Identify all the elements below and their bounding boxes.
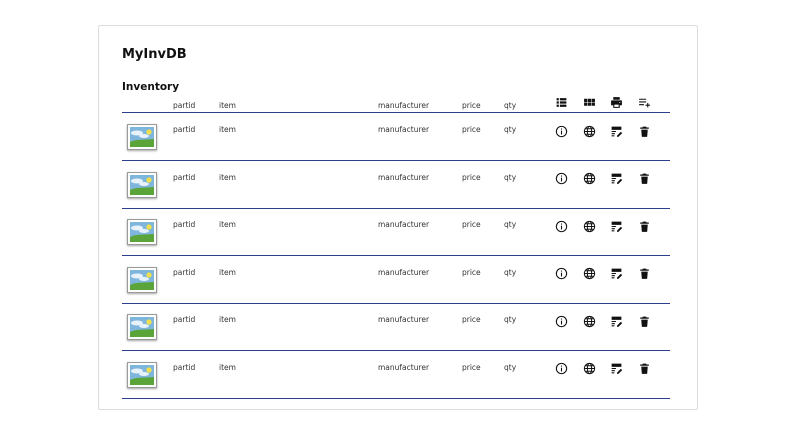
info-icon[interactable] [553, 171, 569, 187]
table-row: partid item manufacturer price qty [122, 113, 670, 161]
trash-icon[interactable] [636, 313, 652, 329]
cell-item: item [219, 220, 236, 229]
edit-note-icon[interactable] [608, 218, 624, 234]
cell-item: item [219, 125, 236, 134]
cell-partid: partid [173, 172, 196, 182]
table-row: partid item manufacturer price qty [122, 256, 670, 304]
info-icon[interactable] [553, 123, 569, 139]
cell-price: price [462, 315, 481, 324]
cell-partid: partid [173, 220, 196, 229]
cell-price: price [462, 125, 481, 134]
info-icon[interactable] [553, 313, 569, 329]
cell-item: item [219, 267, 236, 277]
cell-price: price [462, 172, 481, 182]
trash-icon[interactable] [636, 266, 652, 282]
cell-price: price [462, 362, 481, 372]
item-thumbnail[interactable] [127, 219, 157, 245]
globe-icon[interactable] [581, 171, 597, 187]
edit-note-icon[interactable] [608, 171, 624, 187]
info-icon[interactable] [553, 266, 569, 282]
cell-qty: qty [504, 362, 517, 372]
trash-icon[interactable] [636, 361, 652, 377]
list-view-icon[interactable] [553, 94, 569, 110]
grid-view-icon[interactable] [581, 94, 597, 110]
app-title: MyInvDB [122, 47, 187, 62]
item-thumbnail[interactable] [127, 266, 157, 293]
playlist-add-icon[interactable] [636, 94, 652, 110]
cell-qty: qty [504, 220, 517, 229]
item-thumbnail[interactable] [127, 171, 157, 198]
cell-manufacturer: manufacturer [378, 267, 430, 277]
cell-partid: partid [173, 125, 196, 134]
cell-manufacturer: manufacturer [378, 220, 430, 229]
cell-qty: qty [504, 172, 517, 182]
print-icon[interactable] [608, 94, 624, 110]
cell-partid: partid [173, 315, 196, 324]
cell-qty: qty [504, 125, 517, 134]
header-manufacturer: manufacturer [378, 101, 430, 110]
header-price: price [462, 101, 481, 110]
edit-note-icon[interactable] [608, 313, 624, 329]
cell-item: item [219, 315, 236, 324]
cell-price: price [462, 267, 481, 277]
header-qty: qty [504, 101, 517, 110]
globe-icon[interactable] [581, 123, 597, 139]
edit-note-icon[interactable] [608, 123, 624, 139]
trash-icon[interactable] [636, 218, 652, 234]
cell-item: item [219, 362, 236, 372]
trash-icon[interactable] [636, 171, 652, 187]
edit-note-icon[interactable] [608, 361, 624, 377]
table-row: partid item manufacturer price qty [122, 161, 670, 209]
table-header: partid item manufacturer price qty [122, 92, 670, 113]
table-row: partid item manufacturer price qty [122, 303, 670, 351]
cell-manufacturer: manufacturer [378, 172, 430, 182]
inventory-card: MyInvDB Inventory partid item manufactur… [98, 25, 698, 410]
info-icon[interactable] [553, 218, 569, 234]
edit-note-icon[interactable] [608, 266, 624, 282]
header-item: item [219, 101, 236, 110]
cell-qty: qty [504, 267, 517, 277]
table-row: partid item manufacturer price qty [122, 351, 670, 399]
cell-partid: partid [173, 267, 196, 277]
globe-icon[interactable] [581, 313, 597, 329]
globe-icon[interactable] [581, 266, 597, 282]
cell-manufacturer: manufacturer [378, 315, 430, 324]
item-thumbnail[interactable] [127, 124, 157, 150]
cell-price: price [462, 220, 481, 229]
header-partid: partid [173, 101, 196, 110]
info-icon[interactable] [553, 361, 569, 377]
item-thumbnail[interactable] [127, 361, 157, 388]
cell-partid: partid [173, 362, 196, 372]
cell-manufacturer: manufacturer [378, 362, 430, 372]
table-row: partid item manufacturer price qty [122, 208, 670, 256]
cell-item: item [219, 172, 236, 182]
item-thumbnail[interactable] [127, 314, 157, 340]
trash-icon[interactable] [636, 123, 652, 139]
cell-manufacturer: manufacturer [378, 125, 430, 134]
globe-icon[interactable] [581, 218, 597, 234]
globe-icon[interactable] [581, 361, 597, 377]
cell-qty: qty [504, 315, 517, 324]
